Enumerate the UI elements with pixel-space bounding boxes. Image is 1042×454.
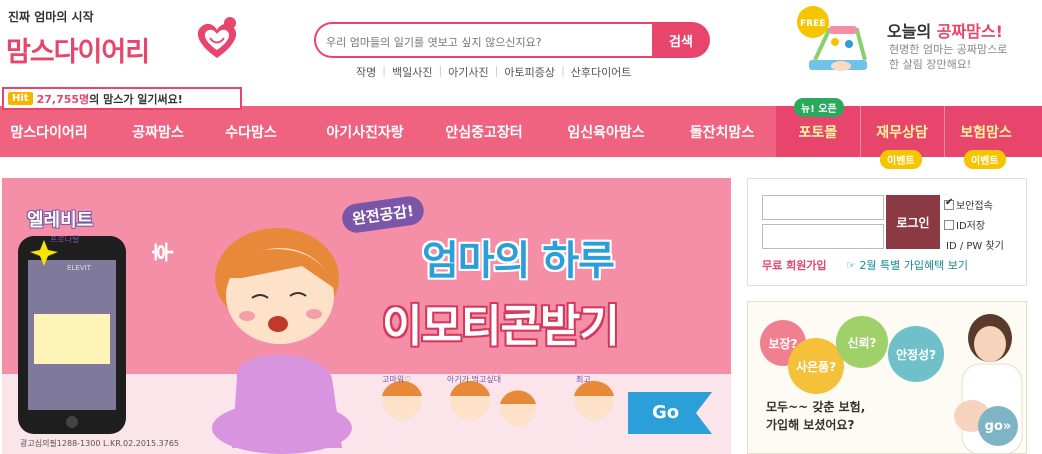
hit-suffix: 의 맘스가 일기써요! bbox=[89, 92, 183, 106]
search-box bbox=[314, 22, 654, 58]
ad-go-button[interactable]: go» bbox=[978, 406, 1018, 446]
nav-item-first-birthday[interactable]: 돌잔치맘스 bbox=[670, 106, 774, 157]
find-id-pw-link[interactable]: ID / PW 찾기 bbox=[946, 237, 1004, 252]
promo-title-highlight: 공짜맘스! bbox=[936, 22, 1003, 41]
banner-phone-label: ELEVIT bbox=[67, 264, 91, 272]
login-panel: 로그인 보안접속 ID저장 ID / PW 찾기 무료 회원가입 ☞ 2월 특별… bbox=[747, 178, 1027, 286]
logo-tagline: 진짜 엄마의 시작 bbox=[8, 10, 94, 24]
keyword-link[interactable]: 아토피증상 bbox=[498, 64, 561, 80]
checkbox-checked-icon bbox=[944, 197, 954, 210]
ad-bubble: 신뢰? bbox=[836, 316, 888, 368]
search-bar: 검색 bbox=[314, 22, 710, 58]
save-id-checkbox[interactable]: ID저장 bbox=[944, 217, 985, 232]
keyword-link[interactable]: 작명 bbox=[350, 64, 382, 80]
free-badge: FREE bbox=[800, 19, 825, 29]
mini-label: 고마워♡ bbox=[382, 375, 412, 384]
promo-title-prefix: 오늘의 bbox=[887, 22, 937, 41]
promo-title: 오늘의 공짜맘스! bbox=[887, 18, 1003, 42]
checkbox-unchecked-icon bbox=[944, 219, 954, 230]
banner-exclaim: 후 bbox=[152, 241, 178, 263]
hit-tag: Hit bbox=[8, 92, 33, 105]
mini-label: 최고 bbox=[576, 375, 591, 384]
page: 진짜 엄마의 시작 맘스다이어리 검색 작명 | 백일사진 | 아기사진 | 아… bbox=[0, 0, 1042, 454]
ad-bubble: 안정성? bbox=[888, 326, 944, 382]
nav-item-momsdiary[interactable]: 맘스다이어리 bbox=[0, 106, 98, 157]
hit-count: 27,755명 bbox=[36, 92, 90, 106]
popular-keywords: 작명 | 백일사진 | 아기사진 | 아토피증상 | 산후다이어트 bbox=[350, 64, 637, 80]
save-id-label: ID저장 bbox=[956, 221, 986, 232]
secure-login-label: 보안접속 bbox=[956, 201, 993, 212]
ad-text: 모두~~ 갖춘 보험, 가입해 보셨어요? bbox=[766, 398, 865, 434]
keyword-link[interactable]: 아기사진 bbox=[442, 64, 494, 80]
free-moms-promo[interactable]: FREE 오늘의 공짜맘스! 현명한 엄마는 공짜맘스로 한 살림 장만해요! bbox=[795, 4, 1035, 82]
signup-event-link[interactable]: ☞ 2월 특별 가입혜택 보기 bbox=[846, 257, 968, 273]
keyword-link[interactable]: 백일사진 bbox=[386, 64, 438, 80]
banner-title: 엄마의 하루 bbox=[422, 238, 615, 284]
baby-gym-toy-image: FREE bbox=[797, 6, 867, 71]
event-badge: 이벤트 bbox=[880, 150, 922, 169]
nav-item-baby-photo[interactable]: 아기사진자랑 bbox=[305, 106, 425, 157]
logo-text: 맘스다이어리 bbox=[6, 37, 150, 68]
new-open-badge: 뉴! 오픈 bbox=[794, 98, 844, 117]
diary-counter: Hit 27,755명 의 맘스가 일기써요! bbox=[2, 87, 242, 110]
search-button[interactable]: 검색 bbox=[652, 22, 710, 58]
login-id-field[interactable] bbox=[762, 195, 884, 220]
site-logo[interactable]: 진짜 엄마의 시작 맘스다이어리 bbox=[6, 6, 246, 82]
keyword-link[interactable]: 산후다이어트 bbox=[565, 64, 638, 80]
nav-item-used-market[interactable]: 안심중고장터 bbox=[428, 106, 540, 157]
secure-login-checkbox[interactable]: 보안접속 bbox=[944, 197, 993, 212]
nav-item-pregnancy[interactable]: 임신육아맘스 bbox=[550, 106, 662, 157]
banner-approval-note: 광고심의필1288-1300 L.KR.02.2015.3765 bbox=[20, 439, 179, 448]
join-link[interactable]: 무료 회원가입 bbox=[762, 257, 827, 273]
ad-text-line2: 가입해 보셨어요? bbox=[766, 418, 855, 432]
ad-text-line1: 모두~~ 갖춘 보험, bbox=[766, 400, 866, 414]
insurance-ad[interactable]: 보장? 사은품? 신뢰? 안정성? 모두~~ 갖춘 보험, 가입해 보셨어요? … bbox=[747, 301, 1027, 454]
heart-logo-icon bbox=[197, 17, 237, 58]
event-arrow-icon: ☞ bbox=[846, 259, 856, 272]
banner-brand: 엘레비트 bbox=[27, 210, 94, 231]
banner-brand-sub: 프로나탈 bbox=[50, 235, 80, 244]
banner-subtitle: 이모티콘받기 bbox=[382, 301, 620, 352]
login-password-field[interactable] bbox=[762, 224, 884, 249]
promo-description: 현명한 엄마는 공짜맘스로 한 살림 장만해요! bbox=[889, 43, 1008, 71]
event-badge: 이벤트 bbox=[964, 150, 1006, 169]
nav-item-chat-moms[interactable]: 수다맘스 bbox=[206, 106, 296, 157]
banner-go-button[interactable]: Go bbox=[652, 402, 679, 423]
main-banner[interactable]: 엘레비트 프로나탈 ELEVIT 후 완전공감! 엄마의 하루 이모티콘받기 고… bbox=[2, 178, 731, 454]
search-input[interactable] bbox=[326, 32, 646, 52]
login-button[interactable]: 로그인 bbox=[886, 195, 940, 249]
mini-label: 아기가 먹고싶대 bbox=[447, 375, 502, 384]
signup-event-label: 2월 특별 가입혜택 보기 bbox=[859, 259, 968, 272]
nav-item-free-moms[interactable]: 공짜맘스 bbox=[112, 106, 204, 157]
